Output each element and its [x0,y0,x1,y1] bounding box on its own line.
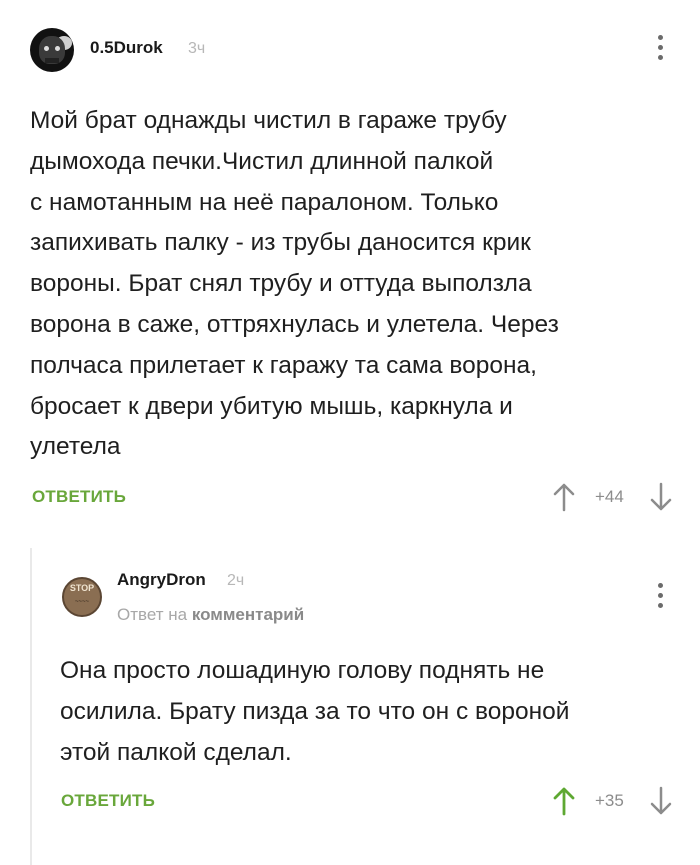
reply-to-link[interactable]: комментарий [192,605,304,624]
timestamp: 3ч [188,40,206,57]
comment-text-line: Она просто лошадиную голову поднять не [60,657,545,684]
comment-text-line: дымохода печки.Чистил длинной палкой [30,147,494,175]
reply-to-prefix: Ответ на [117,605,188,624]
avatar-stop-label: STOP [69,583,95,593]
comment-text-line: с намотанным на неё паралоном. Только [30,188,499,216]
reply-button[interactable]: ОТВЕТИТЬ [61,791,155,811]
upvote-arrow-icon[interactable] [553,482,575,512]
rating-score: +35 [595,791,624,810]
username[interactable]: 0.5Durok [90,38,163,58]
comment-text: Мой брат однажды чистил в гараже трубу д… [30,101,559,468]
avatar[interactable] [30,28,74,72]
comment-text-line: бросает к двери убитую мышь, каркнула и [30,392,513,420]
more-vertical-icon[interactable] [658,35,664,65]
comment-1: 0.5Durok 3ч Мой брат однажды чистил в га… [0,0,700,540]
username[interactable]: AngryDron [117,570,206,590]
more-vertical-icon[interactable] [658,583,664,613]
comment-text-line: Мой брат однажды чистил в гараже трубу [30,107,507,134]
comment-text-line: осилила. Брату пизда за то что он с воро… [60,697,570,725]
reply-to: Ответ на комментарий [117,605,304,625]
comment-text-line: полчаса прилетает к гаражу та сама ворон… [30,351,537,379]
comment-text-line: вороны. Брат снял трубу и оттуда выползл… [30,270,532,298]
timestamp: 2ч [227,572,245,589]
downvote-arrow-icon[interactable] [650,482,672,512]
downvote-arrow-icon[interactable] [650,786,672,816]
comment-text-line: запихивать палку - из трубы даносится кр… [30,229,531,257]
avatar[interactable]: STOP ~~~~ [62,577,102,617]
comment-text: Она просто лошадиную голову поднять не о… [60,651,569,773]
avatar-scribble: ~~~~ [74,599,89,605]
comment-text-line: ворона в саже, оттряхнулась и улетела. Ч… [30,310,559,338]
comment-text-line: улетела [30,433,121,461]
comment-text-line: этой палкой сделал. [60,738,292,766]
rating-score: +44 [595,487,624,506]
upvote-arrow-icon[interactable] [553,786,575,816]
reply-button[interactable]: ОТВЕТИТЬ [32,487,126,507]
